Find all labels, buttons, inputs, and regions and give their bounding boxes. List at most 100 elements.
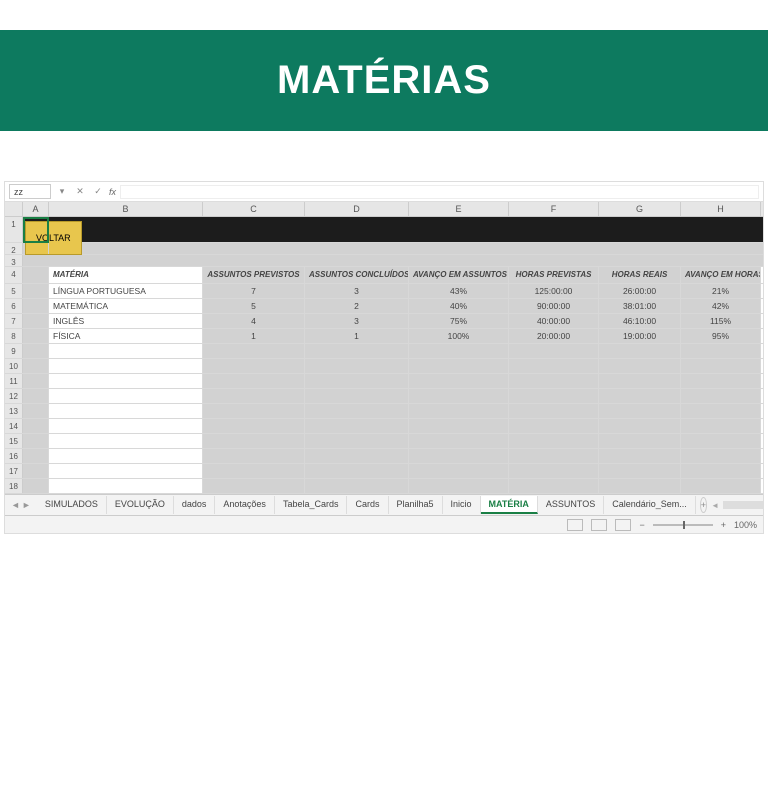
cell-materia[interactable]: LÍNGUA PORTUGUESA	[49, 284, 203, 298]
row-number[interactable]: 9	[5, 344, 23, 358]
row-number[interactable]: 4	[5, 267, 23, 283]
cell-ac[interactable]: 2	[305, 299, 409, 313]
header-hp[interactable]: HORAS PREVISTAS	[509, 267, 599, 283]
row-number[interactable]: 5	[5, 284, 23, 298]
row-number[interactable]: 12	[5, 389, 23, 403]
cell[interactable]	[509, 217, 599, 242]
cell[interactable]	[203, 217, 305, 242]
cell-aa[interactable]: 43%	[409, 284, 509, 298]
col-header[interactable]: D	[305, 202, 409, 216]
cell-ah[interactable]: 95%	[681, 329, 761, 343]
cell-hp[interactable]: 40:00:00	[509, 314, 599, 328]
tab-prev-icon[interactable]: ◄	[11, 500, 20, 510]
cell-ah[interactable]: 42%	[681, 299, 761, 313]
cell-ap[interactable]: 4	[203, 314, 305, 328]
cell-ap[interactable]: 1	[203, 329, 305, 343]
row-number[interactable]: 6	[5, 299, 23, 313]
row-number[interactable]: 1	[5, 217, 23, 242]
cell-hp[interactable]: 90:00:00	[509, 299, 599, 313]
col-header[interactable]: H	[681, 202, 761, 216]
zoom-slider[interactable]	[653, 524, 713, 526]
sheet-tab[interactable]: dados	[174, 496, 216, 514]
zoom-level[interactable]: 100%	[734, 520, 757, 530]
row-number[interactable]: 18	[5, 479, 23, 493]
view-layout-icon[interactable]	[591, 519, 607, 531]
scroll-left-icon[interactable]: ◄	[711, 501, 719, 510]
cell-hp[interactable]: 125:00:00	[509, 284, 599, 298]
col-header[interactable]: G	[599, 202, 681, 216]
cell-hr[interactable]: 38:01:00	[599, 299, 681, 313]
cell[interactable]	[599, 217, 681, 242]
dropdown-icon[interactable]: ▾	[55, 186, 69, 197]
cell-ah[interactable]: 115%	[681, 314, 761, 328]
sheet-tab[interactable]: Anotações	[215, 496, 275, 514]
sheet-tab[interactable]: MATÉRIA	[481, 496, 538, 514]
sheet-tab[interactable]: Planilha5	[389, 496, 443, 514]
view-break-icon[interactable]	[615, 519, 631, 531]
cell-hr[interactable]: 19:00:00	[599, 329, 681, 343]
cancel-icon[interactable]: ✕	[73, 186, 87, 197]
cell-ac[interactable]: 3	[305, 314, 409, 328]
header-aa[interactable]: AVANÇO EM ASSUNTOS	[409, 267, 509, 283]
cell[interactable]	[409, 217, 509, 242]
hscrollbar[interactable]	[723, 501, 763, 509]
header-ah[interactable]: AVANÇO EM HORAS	[681, 267, 761, 283]
header-ac[interactable]: ASSUNTOS CONCLUÍDOS	[305, 267, 409, 283]
cell[interactable]: VOLTAR	[49, 217, 203, 242]
spreadsheet-grid[interactable]: A B C D E F G H 1 VOLTAR	[5, 202, 763, 494]
select-all-corner[interactable]	[5, 202, 23, 216]
row-number[interactable]: 17	[5, 464, 23, 478]
formula-input[interactable]	[120, 185, 759, 199]
row-number[interactable]: 14	[5, 419, 23, 433]
col-header[interactable]: C	[203, 202, 305, 216]
cell-hr[interactable]: 26:00:00	[599, 284, 681, 298]
view-normal-icon[interactable]	[567, 519, 583, 531]
cell[interactable]	[305, 217, 409, 242]
cell-aa[interactable]: 40%	[409, 299, 509, 313]
name-box[interactable]: zz	[9, 184, 51, 199]
cell-ac[interactable]: 3	[305, 284, 409, 298]
row-number[interactable]: 8	[5, 329, 23, 343]
header-materia[interactable]: MATÉRIA	[49, 267, 203, 283]
cell[interactable]	[681, 217, 761, 242]
col-header[interactable]: E	[409, 202, 509, 216]
cell-aa[interactable]: 75%	[409, 314, 509, 328]
cell-materia[interactable]: MATEMÁTICA	[49, 299, 203, 313]
sheet-tab[interactable]: ASSUNTOS	[538, 496, 604, 514]
row-number[interactable]: 10	[5, 359, 23, 373]
col-header[interactable]: B	[49, 202, 203, 216]
row-number[interactable]: 16	[5, 449, 23, 463]
sheet-tab[interactable]: EVOLUÇÃO	[107, 496, 174, 514]
new-sheet-button[interactable]: +	[700, 497, 707, 513]
row-number[interactable]: 11	[5, 374, 23, 388]
col-header[interactable]: F	[509, 202, 599, 216]
sheet-tab[interactable]: Cards	[347, 496, 388, 514]
row-number[interactable]: 2	[5, 243, 23, 254]
zoom-in-icon[interactable]: +	[721, 520, 726, 530]
cell-aa[interactable]: 100%	[409, 329, 509, 343]
table-row: 5 LÍNGUA PORTUGUESA 7 3 43% 125:00:00 26…	[5, 284, 763, 299]
sheet-tab[interactable]: SIMULADOS	[37, 496, 107, 514]
row-number[interactable]: 7	[5, 314, 23, 328]
row-number[interactable]: 15	[5, 434, 23, 448]
tab-next-icon[interactable]: ►	[22, 500, 31, 510]
col-header[interactable]: A	[23, 202, 49, 216]
row-number[interactable]: 13	[5, 404, 23, 418]
sheet-tab[interactable]: Inicio	[443, 496, 481, 514]
confirm-icon[interactable]: ✓	[91, 186, 105, 197]
cell-hr[interactable]: 46:10:00	[599, 314, 681, 328]
cell-ap[interactable]: 7	[203, 284, 305, 298]
cell-hp[interactable]: 20:00:00	[509, 329, 599, 343]
cell-ac[interactable]: 1	[305, 329, 409, 343]
cell-materia[interactable]: FÍSICA	[49, 329, 203, 343]
cell-ah[interactable]: 21%	[681, 284, 761, 298]
header-ap[interactable]: ASSUNTOS PREVISTOS	[203, 267, 305, 283]
zoom-out-icon[interactable]: −	[639, 520, 644, 530]
fx-icon[interactable]: fx	[109, 187, 116, 197]
cell-ap[interactable]: 5	[203, 299, 305, 313]
row-number[interactable]: 3	[5, 255, 23, 266]
header-hr[interactable]: HORAS REAIS	[599, 267, 681, 283]
sheet-tab[interactable]: Tabela_Cards	[275, 496, 348, 514]
sheet-tab[interactable]: Calendário_Sem...	[604, 496, 696, 514]
cell-materia[interactable]: INGLÊS	[49, 314, 203, 328]
